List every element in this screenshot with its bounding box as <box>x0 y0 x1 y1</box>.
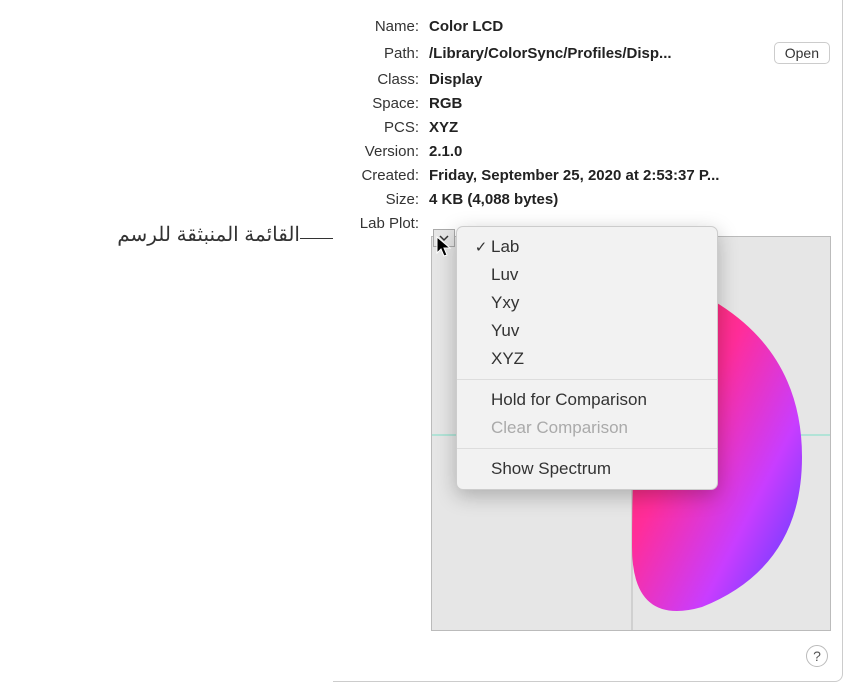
info-grid: Name: Color LCD Path: /Library/ColorSync… <box>341 18 830 232</box>
chevron-down-icon <box>439 234 449 242</box>
size-value: 4 KB (4,088 bytes) <box>429 191 830 208</box>
labplot-label: Lab Plot: <box>341 215 419 232</box>
pcs-value: XYZ <box>429 119 830 136</box>
space-value: RGB <box>429 95 830 112</box>
menu-item-label: Yxy <box>491 293 519 313</box>
labplot-dropdown-trigger[interactable] <box>433 229 455 247</box>
menu-item-label: XYZ <box>491 349 524 369</box>
menu-item-yuv[interactable]: Yuv <box>457 317 717 345</box>
menu-separator <box>457 379 717 380</box>
menu-item-xyz[interactable]: XYZ <box>457 345 717 373</box>
menu-item-label: Luv <box>491 265 518 285</box>
menu-item-label: Hold for Comparison <box>491 390 647 410</box>
menu-item-label: Lab <box>491 237 519 257</box>
path-value: /Library/ColorSync/Profiles/Disp... <box>429 45 764 62</box>
version-label: Version: <box>341 143 419 160</box>
name-value: Color LCD <box>429 18 830 35</box>
version-value: 2.1.0 <box>429 143 830 160</box>
created-value: Friday, September 25, 2020 at 2:53:37 P.… <box>429 167 830 184</box>
size-label: Size: <box>341 191 419 208</box>
path-label: Path: <box>341 45 419 62</box>
open-button[interactable]: Open <box>774 42 830 64</box>
created-label: Created: <box>341 167 419 184</box>
class-value: Display <box>429 71 830 88</box>
annotation-label: القائمة المنبثقة للرسم <box>10 222 300 247</box>
menu-item-label: Yuv <box>491 321 519 341</box>
name-label: Name: <box>341 18 419 35</box>
menu-item-lab[interactable]: ✓ Lab <box>457 233 717 261</box>
menu-item-label: Clear Comparison <box>491 418 628 438</box>
menu-item-hold-comparison[interactable]: Hold for Comparison <box>457 386 717 414</box>
menu-item-show-spectrum[interactable]: Show Spectrum <box>457 455 717 483</box>
class-label: Class: <box>341 71 419 88</box>
menu-item-luv[interactable]: Luv <box>457 261 717 289</box>
labplot-popup-menu: ✓ Lab Luv Yxy Yuv XYZ Hold for Compariso… <box>456 226 718 490</box>
help-button[interactable]: ? <box>806 645 828 667</box>
menu-separator <box>457 448 717 449</box>
check-icon: ✓ <box>471 238 491 256</box>
menu-item-yxy[interactable]: Yxy <box>457 289 717 317</box>
pcs-label: PCS: <box>341 119 419 136</box>
menu-item-label: Show Spectrum <box>491 459 611 479</box>
menu-item-clear-comparison: Clear Comparison <box>457 414 717 442</box>
space-label: Space: <box>341 95 419 112</box>
